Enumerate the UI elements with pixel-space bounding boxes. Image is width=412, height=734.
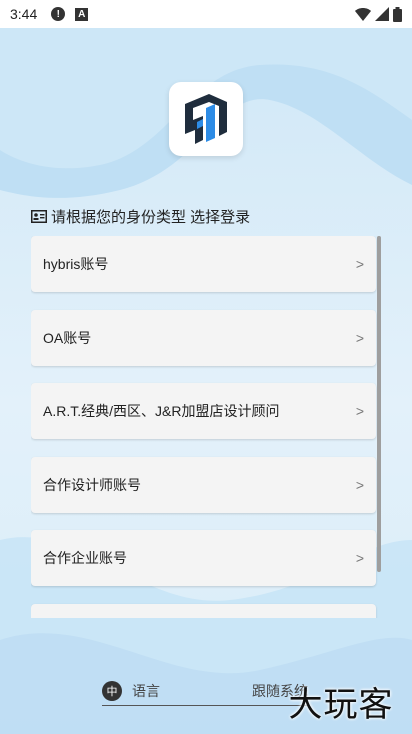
signal-icon [375, 7, 389, 21]
login-option-partial[interactable] [31, 604, 376, 618]
app-logo-icon [185, 94, 227, 144]
app-logo [169, 82, 243, 156]
language-label: 语言 [132, 682, 160, 699]
watermark: 大玩客 [288, 684, 394, 725]
status-icons [355, 6, 402, 22]
app-notification-icon: A [75, 7, 89, 21]
login-option-label: OA账号 [43, 330, 92, 346]
login-option-label: 合作企业账号 [43, 550, 127, 566]
login-option-label: 合作设计师账号 [43, 477, 141, 493]
login-option-design-consultant[interactable]: A.R.T.经典/西区、J&R加盟店设计顾问 > [31, 383, 376, 439]
login-option-partner-designer[interactable]: 合作设计师账号 > [31, 457, 376, 513]
id-card-icon [31, 209, 47, 223]
language-selector[interactable]: 中 语言 跟随系统 [102, 676, 308, 706]
login-option-oa[interactable]: OA账号 > [31, 310, 376, 366]
login-option-partner-enterprise[interactable]: 合作企业账号 > [31, 530, 376, 586]
chevron-right-icon: > [355, 330, 364, 346]
login-prompt-text: 请根据您的身份类型 选择登录 [51, 208, 251, 226]
language-icon: 中 [102, 680, 122, 701]
chevron-right-icon: > [355, 256, 364, 272]
login-option-hybris[interactable]: hybris账号 > [31, 236, 376, 292]
chevron-right-icon: > [355, 550, 364, 566]
login-option-label: A.R.T.经典/西区、J&R加盟店设计顾问 [43, 403, 280, 419]
login-prompt: 请根据您的身份类型 选择登录 [31, 206, 250, 226]
list-scrollbar-thumb[interactable] [377, 236, 381, 572]
list-scrollbar[interactable] [377, 236, 381, 572]
status-bar: 3:44 ! A [0, 0, 412, 28]
chevron-right-icon: > [355, 403, 364, 419]
battery-icon [393, 6, 402, 22]
wifi-icon [355, 8, 371, 21]
status-time: 3:44 [10, 6, 38, 22]
login-option-label: hybris账号 [43, 256, 109, 272]
alert-icon: ! [51, 7, 66, 21]
chevron-right-icon: > [355, 477, 364, 493]
login-option-list[interactable]: hybris账号 > OA账号 > A.R.T.经典/西区、J&R加盟店设计顾问… [31, 236, 381, 618]
